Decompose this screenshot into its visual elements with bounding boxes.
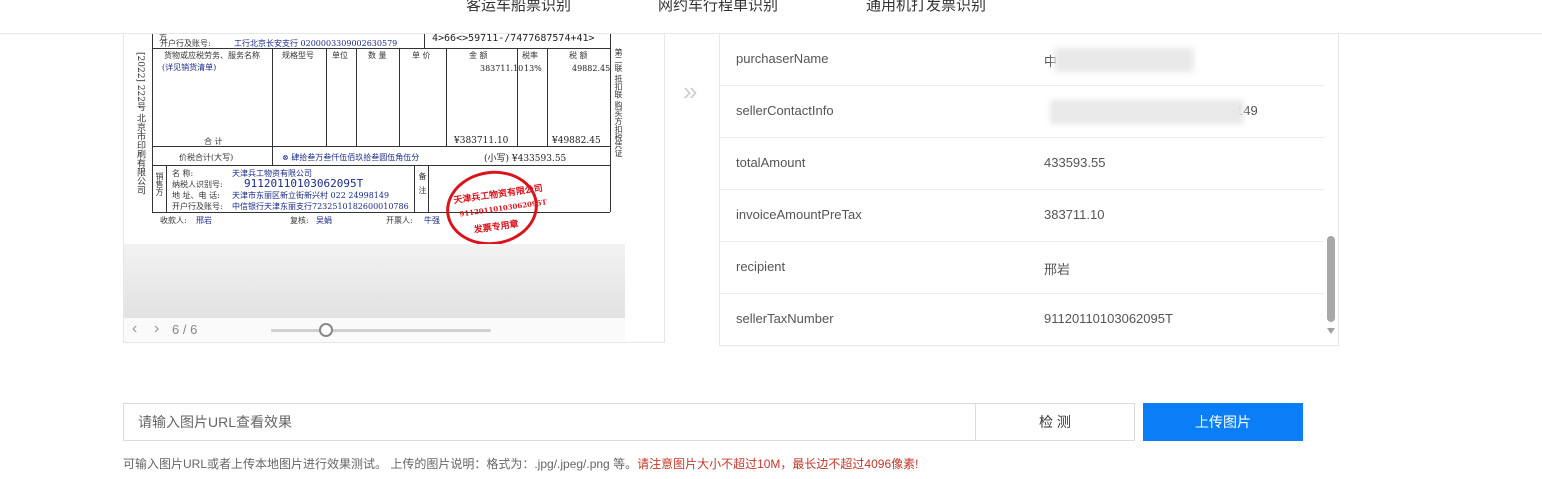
image-url-input[interactable] [123, 403, 976, 441]
invoice-right-margin: 第二联 抵扣联 购买方扣税凭证 [614, 48, 623, 158]
preview-empty-area [124, 244, 625, 318]
invoice-seal: 天津兵工物资有限公司 91120110103062095T 发票专用章 [441, 164, 547, 244]
result-row: recipient 邢岩 [720, 242, 1324, 294]
invoice-item-tax-rate: 13% [524, 64, 542, 73]
invoice-total-amount: ¥383711.10 [454, 136, 509, 146]
redaction-blur [1054, 48, 1194, 72]
invoice-total-tax: ¥49882.45 [552, 136, 601, 146]
chevron-left-icon[interactable]: ‹ [132, 320, 137, 338]
invoice-issuer: 牛强 [424, 216, 440, 225]
result-value: 邢岩 [1044, 262, 1071, 277]
invoice-reviewer: 吴娟 [316, 216, 332, 225]
invoice-seller-tax: 91120110103062095T [244, 177, 364, 190]
top-nav: 客运车船票识别 网约车行程单识别 通用机打发票识别 [0, 0, 1542, 34]
results-scrollbar[interactable] [1325, 34, 1337, 345]
result-key: sellerTaxNumber [736, 311, 834, 326]
chevron-right-icon[interactable]: › [154, 320, 159, 338]
result-value: 91120110103062095T [1044, 311, 1173, 326]
invoice-item-name: (详见销货清单) [162, 63, 217, 72]
double-chevron-right-icon: » [683, 76, 698, 106]
invoice-cipher: 4>66<>59711-/7477687574+41> [432, 34, 595, 44]
result-row: sellerContactInfo 149 [720, 86, 1324, 138]
invoice-price-tax-cn: ⊗ 肆拾叁万叁仟伍佰玖拾叁圆伍角伍分 [282, 153, 420, 162]
result-row: totalAmount 433593.55 [720, 138, 1324, 190]
zoom-slider-handle[interactable] [319, 323, 333, 337]
tab-passenger-ticket[interactable]: 客运车船票识别 [466, 0, 571, 15]
result-key: totalAmount [736, 155, 806, 170]
result-row: sellerTaxNumber 91120110103062095T [720, 294, 1324, 345]
result-row: purchaserName 中 [720, 34, 1324, 86]
tab-ride-hailing-itinerary[interactable]: 网约车行程单识别 [658, 0, 778, 15]
tab-general-machine-invoice[interactable]: 通用机打发票识别 [866, 0, 986, 15]
result-key: purchaserName [736, 51, 829, 66]
upload-hint-warning: 请注意图片大小不超过10M，最长边不超过4096像素! [637, 457, 919, 471]
result-key: recipient [736, 259, 786, 274]
result-value: 433593.55 [1044, 155, 1106, 170]
zoom-slider-track[interactable] [271, 329, 491, 332]
result-key: sellerContactInfo [736, 103, 834, 118]
invoice-image: [2022] 222号 北京市印刷有限公司 方 第二联 抵扣联 购买方扣税凭证 … [124, 34, 625, 244]
upload-hint-text: 可输入图片URL或者上传本地图片进行效果测试。 上传的图片说明：格式为：.jpg… [123, 457, 638, 471]
image-preview-panel: [2022] 222号 北京市印刷有限公司 方 第二联 抵扣联 购买方扣税凭证 … [123, 34, 665, 343]
scrollbar-thumb[interactable] [1327, 236, 1335, 322]
invoice-item-tax: 49882.45 [572, 64, 611, 73]
result-row: invoiceAmountPreTax 383711.10 [720, 190, 1324, 242]
invoice-seller-bank: 中信银行天津东丽支行7232510182600010786 [232, 202, 409, 211]
invoice-seller-address: 天津市东丽区新立街新兴村 022 24998149 [232, 191, 390, 200]
invoice-item-amount: 383711.10 [480, 64, 524, 73]
preview-pager: ‹ › 6 / 6 [124, 318, 625, 342]
results-table: purchaserName 中 sellerContactInfo 149 to… [719, 34, 1339, 346]
redaction-blur [1050, 100, 1244, 124]
upload-hint: 可输入图片URL或者上传本地图片进行效果测试。 上传的图片说明：格式为：.jpg… [123, 455, 918, 472]
upload-image-button[interactable]: 上传图片 [1143, 403, 1303, 441]
invoice-payee: 邢岩 [196, 216, 212, 225]
invoice-buyer-bank: 工行北京长安支行 0200003309002630579 [234, 39, 398, 48]
scroll-down-arrow-icon[interactable] [1327, 328, 1335, 334]
result-key: invoiceAmountPreTax [736, 207, 862, 222]
result-value: 383711.10 [1044, 207, 1105, 222]
page-count: 6 / 6 [172, 322, 198, 337]
invoice-price-tax-small: (小写) ¥433593.55 [484, 154, 567, 164]
detect-button[interactable]: 检 测 [975, 403, 1135, 441]
invoice-left-margin: [2022] 222号 北京市印刷有限公司 [135, 52, 145, 195]
